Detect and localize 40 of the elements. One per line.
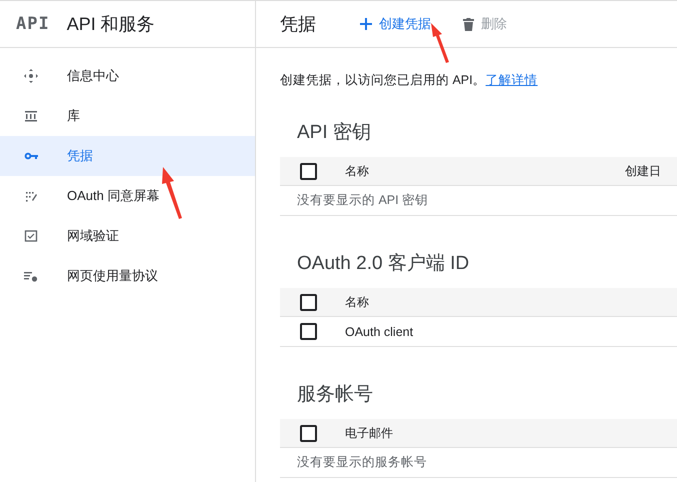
checkbox[interactable] — [300, 323, 317, 340]
nav-item[interactable]: 库 — [0, 96, 255, 136]
nav-label: 凭据 — [67, 147, 93, 165]
checkbox[interactable] — [300, 294, 317, 310]
checkbox[interactable] — [300, 162, 317, 180]
table-row[interactable]: OAuth client — [280, 317, 677, 347]
nav-label: OAuth 同意屏幕 — [67, 187, 160, 205]
nav-item[interactable]: 凭据 — [0, 136, 255, 176]
plus-icon — [360, 18, 372, 30]
section-title: OAuth 2.0 客户端 ID — [296, 252, 470, 276]
column-header: 名称 — [345, 294, 369, 308]
nav-label: 网域验证 — [67, 227, 119, 245]
column-header: 创建日 — [625, 162, 661, 180]
learn-more-link[interactable]: 了解详情 — [486, 73, 538, 87]
grid-icon — [24, 109, 38, 123]
column-header: 名称 — [345, 164, 369, 178]
intro-text: 创建凭据，以访问您已启用的 API。了解详情 — [280, 72, 539, 89]
table-cell: OAuth client — [345, 324, 414, 338]
nav-item[interactable]: 网页使用量协议 — [0, 256, 255, 296]
create-button[interactable]: 创建凭据 — [360, 15, 431, 33]
nav-item[interactable]: OAuth 同意屏幕 — [0, 176, 255, 216]
nav-label: 库 — [67, 107, 80, 125]
column-header: 电子邮件 — [345, 426, 393, 440]
settings-icon — [24, 269, 38, 283]
move-icon — [24, 69, 38, 83]
trash-icon — [463, 18, 474, 30]
nav-item[interactable]: 信息中心 — [0, 56, 255, 96]
nav-label: 信息中心 — [67, 67, 119, 85]
app-title: API 和服务 — [66, 13, 155, 36]
page-title: 凭据 — [280, 13, 316, 36]
section-title: API 密钥 — [296, 121, 372, 145]
empty-message: 没有要显示的 API 密钥 — [296, 192, 428, 209]
section-title: 服务帐号 — [296, 383, 374, 407]
nav-item[interactable]: 网域验证 — [0, 216, 255, 256]
api-logo: API — [16, 14, 50, 34]
empty-message: 没有要显示的服务帐号 — [296, 454, 427, 471]
nav-label: 网页使用量协议 — [67, 267, 158, 285]
checkbox-icon — [24, 229, 38, 243]
checkbox[interactable] — [300, 424, 317, 442]
dots-icon — [24, 189, 38, 203]
